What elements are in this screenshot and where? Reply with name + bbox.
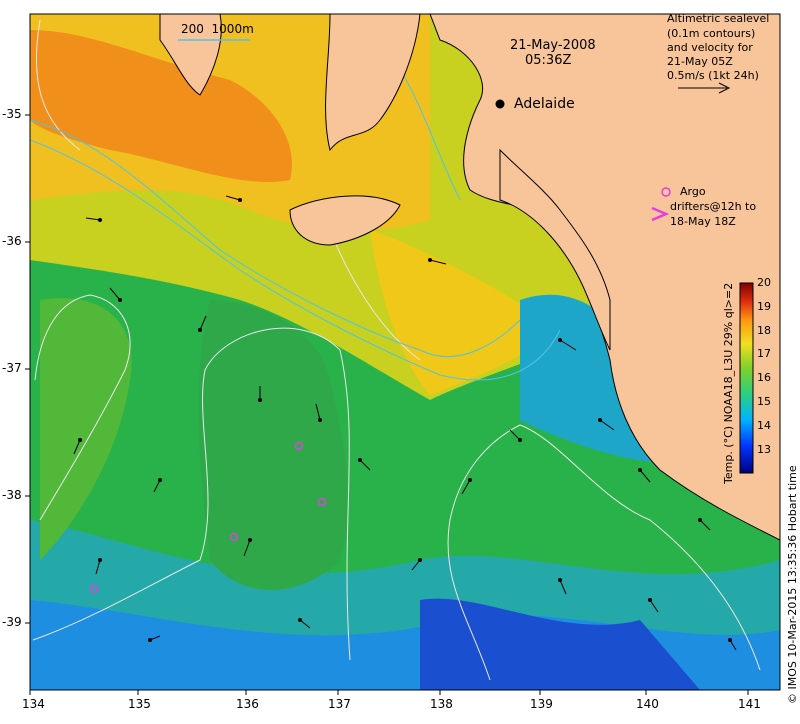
rotated-labels: Temp. (°C) NOAA18_L3U 29% ql>=2 © IMOS 1…: [722, 283, 799, 704]
colorbar-label: Temp. (°C) NOAA18_L3U 29% ql>=2: [722, 283, 735, 485]
ocean-map: 200 1000m 21-May-2008 05:36Z Adelaide Al…: [0, 0, 800, 720]
credit-text: © IMOS 10-Mar-2015 13:35:36 Hobart time: [786, 465, 799, 704]
